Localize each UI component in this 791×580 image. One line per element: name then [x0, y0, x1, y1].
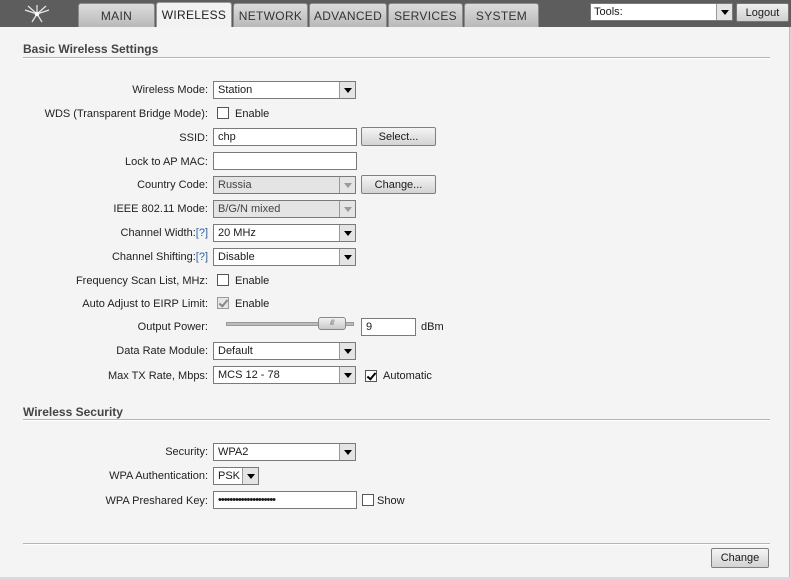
- lock-ap-mac-label: Lock to AP MAC:: [125, 156, 208, 168]
- chevron-down-icon: [242, 468, 258, 484]
- tab-main[interactable]: MAIN: [78, 3, 155, 27]
- ssid-label: SSID:: [179, 132, 208, 144]
- channel-width-select[interactable]: 20 MHz: [213, 224, 356, 242]
- freq-scan-label: Frequency Scan List, MHz:: [75, 275, 208, 287]
- wireless-mode-label: Wireless Mode:: [132, 84, 208, 96]
- max-tx-automatic-checkbox[interactable]: [365, 370, 377, 382]
- tab-services[interactable]: SERVICES: [388, 3, 463, 27]
- ssid-select-button[interactable]: Select...: [361, 127, 436, 146]
- data-rate-value: Default: [218, 345, 253, 357]
- ubiquiti-logo-icon: [0, 0, 74, 27]
- wpa-auth-label: WPA Authentication:: [109, 470, 208, 482]
- ieee-mode-select: B/G/N mixed: [213, 200, 356, 218]
- chevron-down-icon: [339, 82, 355, 98]
- wpa-auth-select[interactable]: PSK: [213, 467, 259, 485]
- wds-enable-checkbox[interactable]: [217, 107, 229, 119]
- wireless-mode-value: Station: [218, 84, 253, 96]
- footer-divider: [23, 543, 770, 545]
- chevron-down-icon: [716, 4, 732, 20]
- tools-dropdown-value: Tools:: [594, 6, 623, 18]
- ieee-mode-value: B/G/N mixed: [218, 203, 281, 215]
- freq-scan-enable-label: Enable: [235, 275, 270, 287]
- chevron-down-icon: [339, 444, 355, 460]
- channel-shifting-label-text: Channel Shifting:: [111, 251, 196, 263]
- country-code-select: Russia: [213, 176, 356, 194]
- wpa-key-input[interactable]: ••••••••••••••••••••: [213, 491, 357, 509]
- wpa-auth-value: PSK: [218, 470, 241, 482]
- tab-system[interactable]: SYSTEM: [464, 3, 539, 27]
- channel-shifting-help-link[interactable]: [?]: [196, 251, 208, 263]
- ssid-input[interactable]: chp: [213, 128, 357, 146]
- output-power-slider-handle[interactable]: ////: [317, 317, 346, 330]
- output-power-unit: dBm: [421, 321, 444, 333]
- auto-eirp-checkbox: [217, 297, 229, 309]
- wpa-key-show-checkbox[interactable]: [362, 494, 374, 506]
- max-tx-automatic-label: Automatic: [383, 370, 432, 382]
- data-rate-label: Data Rate Module:: [116, 345, 208, 357]
- chevron-down-icon: [339, 249, 355, 265]
- wpa-key-show-label: Show: [377, 495, 405, 507]
- chevron-down-icon: [339, 343, 355, 359]
- max-tx-label: Max TX Rate, Mbps:: [107, 370, 208, 382]
- chevron-down-icon: [339, 367, 355, 383]
- tab-advanced[interactable]: ADVANCED: [309, 3, 387, 27]
- top-nav-bar: MAIN WIRELESS NETWORK ADVANCED SERVICES …: [0, 0, 791, 27]
- section-divider: [23, 57, 770, 59]
- country-code-label: Country Code:: [137, 179, 208, 191]
- wpa-key-label: WPA Preshared Key:: [105, 495, 208, 507]
- data-rate-select[interactable]: Default: [213, 342, 356, 360]
- output-power-input[interactable]: 9: [361, 318, 416, 336]
- wireless-security-title: Wireless Security: [23, 405, 123, 419]
- section-divider: [23, 419, 770, 421]
- tools-dropdown[interactable]: Tools:: [590, 3, 733, 21]
- logout-button[interactable]: Logout: [736, 3, 789, 22]
- max-tx-value: MCS 12 - 78: [218, 369, 280, 381]
- security-label: Security:: [165, 446, 208, 458]
- lock-ap-mac-input[interactable]: [213, 152, 357, 170]
- basic-wireless-title: Basic Wireless Settings: [23, 42, 159, 56]
- wds-enable-label: Enable: [235, 108, 270, 120]
- security-value: WPA2: [218, 446, 249, 458]
- chevron-down-icon: [339, 225, 355, 241]
- country-change-button[interactable]: Change...: [361, 175, 436, 194]
- channel-width-label-text: Channel Width:: [120, 227, 196, 239]
- max-tx-select[interactable]: MCS 12 - 78: [213, 366, 356, 384]
- chevron-down-icon: [339, 177, 355, 193]
- output-power-label: Output Power:: [137, 321, 208, 333]
- channel-shifting-value: Disable: [218, 251, 255, 263]
- channel-shifting-select[interactable]: Disable: [213, 248, 356, 266]
- freq-scan-enable-checkbox[interactable]: [217, 274, 229, 286]
- tab-network[interactable]: NETWORK: [233, 3, 308, 27]
- ieee-mode-label: IEEE 802.11 Mode:: [113, 203, 208, 215]
- change-button[interactable]: Change: [711, 548, 769, 568]
- channel-width-label: Channel Width:[?]: [121, 227, 208, 239]
- chevron-down-icon: [339, 201, 355, 217]
- wireless-mode-select[interactable]: Station: [213, 81, 356, 99]
- country-code-value: Russia: [218, 179, 252, 191]
- wds-label: WDS (Transparent Bridge Mode):: [44, 108, 208, 120]
- channel-width-help-link[interactable]: [?]: [196, 227, 208, 239]
- tab-wireless[interactable]: WIRELESS: [156, 2, 232, 27]
- security-select[interactable]: WPA2: [213, 443, 356, 461]
- channel-width-value: 20 MHz: [218, 227, 256, 239]
- channel-shifting-label: Channel Shifting:[?]: [112, 251, 208, 263]
- auto-eirp-label: Auto Adjust to EIRP Limit:: [82, 298, 208, 310]
- auto-eirp-enable-label: Enable: [235, 298, 270, 310]
